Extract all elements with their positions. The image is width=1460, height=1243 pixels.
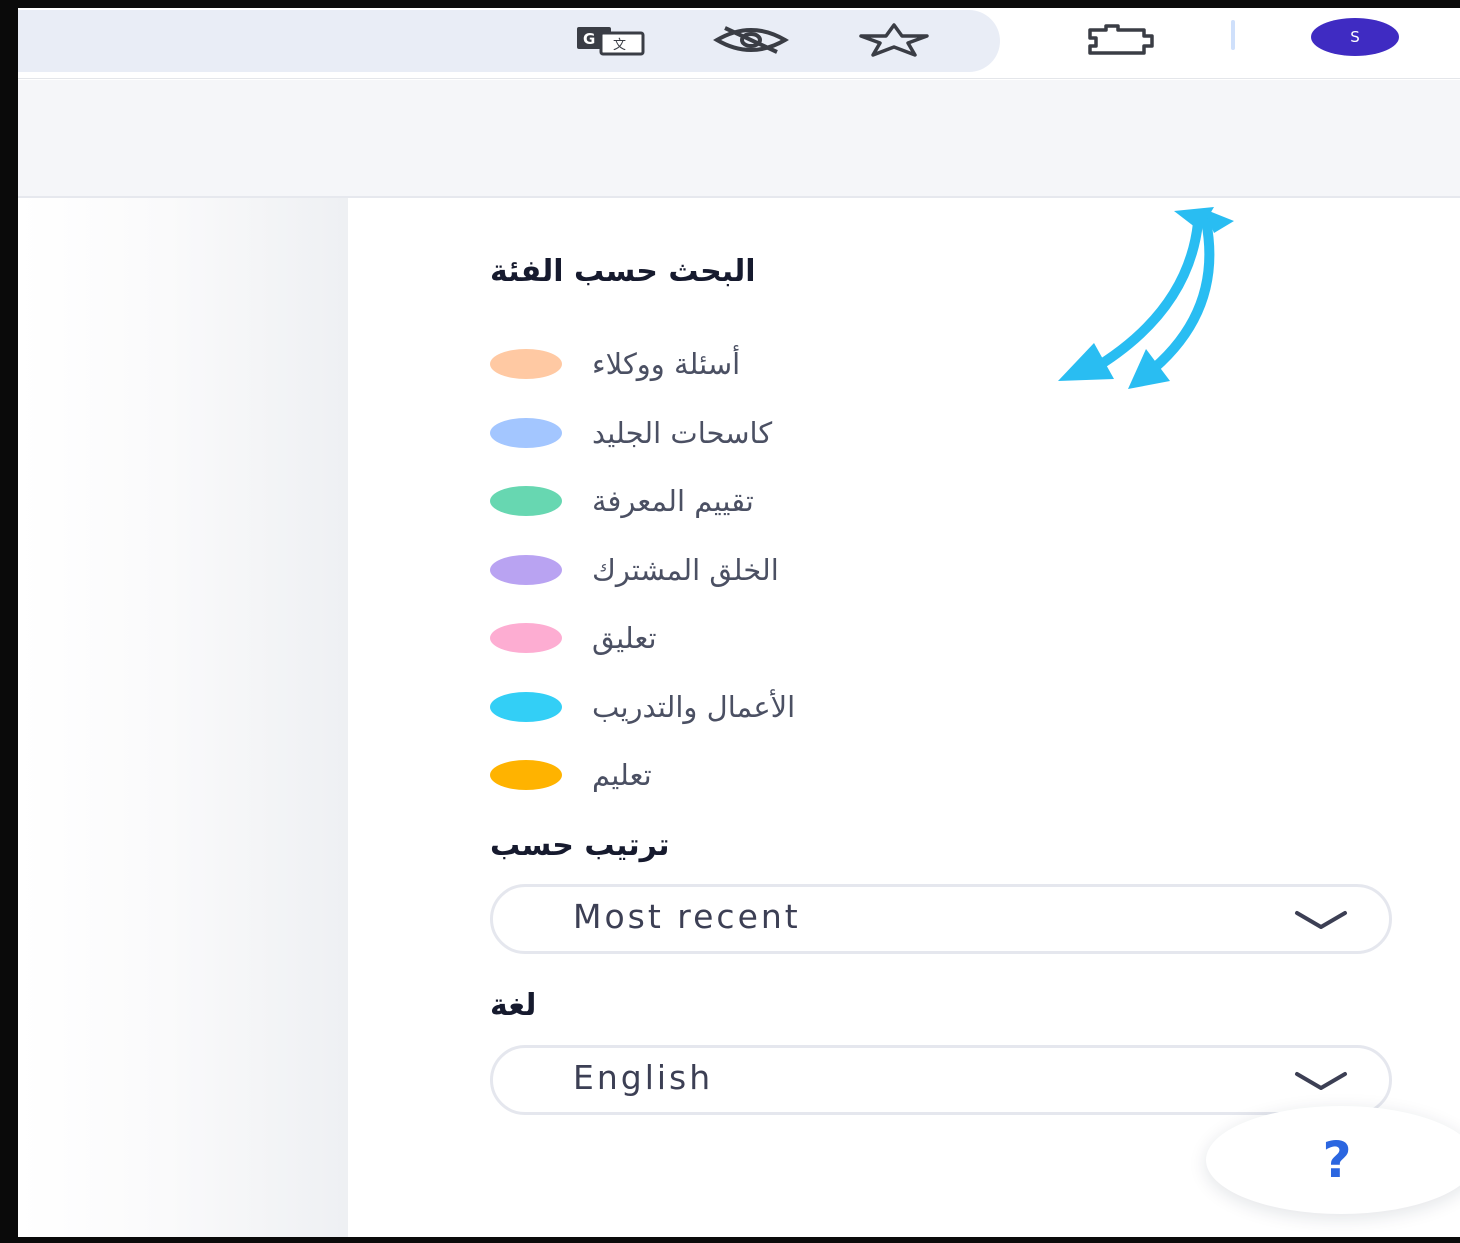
category-item[interactable]: كاسحات الجليد	[490, 399, 795, 468]
category-item[interactable]: أسئلة ووكلاء	[490, 330, 795, 399]
help-icon: ?	[1322, 1131, 1352, 1189]
category-color-dot	[490, 623, 562, 654]
star-icon[interactable]	[856, 20, 932, 60]
category-color-dot	[490, 417, 562, 448]
extensions-icon[interactable]	[1083, 20, 1159, 60]
category-label: تعليق	[592, 621, 657, 656]
language-select-value: English	[573, 1058, 714, 1097]
category-item[interactable]: الخلق المشترك	[490, 536, 795, 605]
browser-window: G 文 S البحث حسب الفئة أسئلة ووكلاء كاسحا…	[0, 0, 1460, 1243]
category-label: الأعمال والتدريب	[592, 689, 796, 724]
help-button[interactable]: ?	[1206, 1106, 1460, 1214]
sort-select-value: Most recent	[573, 897, 801, 936]
svg-text:文: 文	[613, 38, 626, 53]
language-select[interactable]: English	[490, 1045, 1392, 1115]
category-label: تعليم	[592, 758, 652, 793]
category-color-dot	[490, 349, 562, 380]
category-item[interactable]: تعليم	[490, 741, 795, 810]
category-label: تقييم المعرفة	[592, 484, 754, 519]
category-color-dot	[490, 486, 562, 517]
chevron-down-icon	[1293, 907, 1349, 937]
toolbar-divider	[1231, 20, 1235, 50]
category-item[interactable]: تعليق	[490, 604, 795, 673]
category-item[interactable]: تقييم المعرفة	[490, 467, 795, 536]
category-item[interactable]: الأعمال والتدريب	[490, 673, 795, 742]
page-header	[18, 80, 1460, 198]
category-color-dot	[490, 760, 562, 791]
category-label: كاسحات الجليد	[592, 415, 773, 450]
category-color-dot	[490, 691, 562, 722]
toolbar-divider-line	[18, 78, 1460, 79]
chevron-down-icon	[1293, 1068, 1349, 1098]
browser-toolbar: G 文 S	[18, 8, 1460, 80]
curved-arrows-icon	[1058, 207, 1234, 389]
language-title: لغة	[490, 988, 537, 1023]
sort-select[interactable]: Most recent	[490, 884, 1392, 954]
profile-avatar[interactable]: S	[1311, 18, 1399, 56]
translate-icon[interactable]: G 文	[573, 22, 649, 58]
svg-text:G: G	[583, 30, 595, 48]
category-color-dot	[490, 554, 562, 585]
avatar-initial: S	[1350, 28, 1360, 46]
category-filter-title: البحث حسب الفئة	[490, 254, 756, 289]
category-label: أسئلة ووكلاء	[592, 347, 741, 382]
sort-title: ترتيب حسب	[490, 828, 670, 863]
address-bar[interactable]	[18, 10, 1000, 72]
category-list: أسئلة ووكلاء كاسحات الجليد تقييم المعرفة…	[490, 330, 795, 810]
left-pane	[18, 198, 348, 1237]
category-label: الخلق المشترك	[592, 552, 779, 587]
eye-off-icon[interactable]	[708, 22, 794, 58]
